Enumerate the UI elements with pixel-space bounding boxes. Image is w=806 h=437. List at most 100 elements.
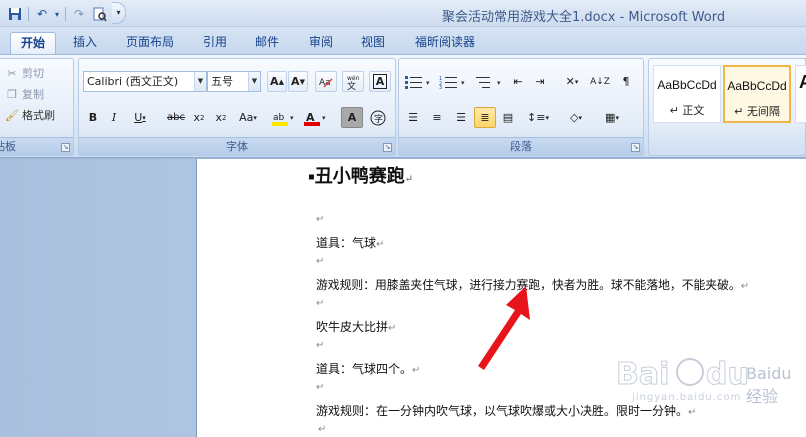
clipboard-group: ✂ 剪切 ❐ 复制 🖌 格式刷 剪贴板 ↘ [0,58,74,156]
style-name: ↵ 无间隔 [734,105,780,118]
align-center-icon[interactable]: ≡ [426,107,448,128]
font-name-combo[interactable]: Calibri (西文正文) ▼ [83,71,207,92]
chinese-layout-icon[interactable]: ✕ ▾ [557,71,587,92]
clear-formatting-icon[interactable]: Aa [315,71,337,92]
customize-quick-access-button[interactable]: ▾ [112,2,126,24]
svg-text:▾: ▾ [426,79,430,87]
style-sample: AaBbCcDd [727,79,787,93]
sort-icon[interactable]: A↓Z [589,71,611,92]
character-shading-icon[interactable]: A [341,107,363,128]
clipboard-label-text: 剪贴板 [0,140,16,153]
tab-review[interactable]: 审阅 [300,32,342,54]
multilevel-list-icon[interactable]: ▾ [473,71,507,92]
tab-page-layout[interactable]: 页面布局 [118,32,182,54]
tab-home[interactable]: 开始 [10,32,56,54]
grow-font-icon[interactable]: A ▲ [267,71,287,92]
borders-icon[interactable]: ▦ ▾ [595,107,629,128]
italic-icon[interactable]: I [104,107,124,128]
watermark-url: jingyan.baidu.com [632,392,742,403]
style-sample: A [796,72,806,93]
paragraph-mark: ↵ [318,424,327,435]
paragraph-mark: ↵ [412,365,421,376]
style-heading[interactable]: A [795,65,806,123]
svg-text:▾: ▾ [461,79,465,87]
svg-text:字: 字 [374,113,383,125]
line-text: 道具：气球 [316,236,377,250]
svg-text:Bai: Bai [616,357,669,392]
svg-text:ab: ab [273,113,285,123]
align-right-icon[interactable]: ☰ [450,107,472,128]
font-color-icon[interactable]: A ▾ [301,107,331,128]
title-bar: ↶ ▾ ↷ ▾ 聚会活动常用游戏大全1.docx - Microsoft Wor… [0,0,806,27]
clipboard-dialog-launcher-icon[interactable]: ↘ [61,143,70,152]
paragraph-mark: ↵ [316,382,325,393]
tab-insert[interactable]: 插入 [64,32,106,54]
subscript-icon[interactable]: x2 [189,107,209,128]
show-hide-marks-icon[interactable]: ¶ [615,71,637,92]
font-dialog-launcher-icon[interactable]: ↘ [383,143,392,152]
style-name: ↵ 正文 [669,104,705,117]
document-line: 道具：气球↵ [316,234,384,251]
font-size-value: 五号 [211,75,233,88]
character-border-icon[interactable]: A [369,71,391,92]
baidu-watermark: Bai du Baidu经验 jingyan.baidu.com [612,350,802,410]
shrink-font-icon[interactable]: A ▼ [288,71,308,92]
line-text: 吹牛皮大比拼 [316,320,389,334]
underline-icon[interactable]: U ▾ [126,107,154,128]
cut-button[interactable]: ✂ 剪切 [5,63,44,83]
enclose-characters-icon[interactable]: 字 [367,107,389,128]
tab-references[interactable]: 引用 [194,32,236,54]
svg-text:▾: ▾ [497,79,501,87]
svg-text:文: 文 [347,80,356,90]
line-spacing-icon[interactable]: ↕≡ ▾ [523,107,553,128]
watermark-text: Baidu经验 [746,364,792,406]
heading-bullet: ▪ [308,171,315,183]
toolbar-separator [65,7,66,21]
paragraph-mark: ↵ [740,281,750,292]
chevron-down-icon[interactable]: ▼ [248,72,260,91]
decrease-indent-icon[interactable]: ⇤ [507,71,529,92]
distributed-icon[interactable]: ▤ [497,107,519,128]
save-icon[interactable] [6,5,24,23]
copy-button[interactable]: ❐ 复制 [5,84,44,104]
strikethrough-icon[interactable]: abc [165,107,187,128]
format-painter-button[interactable]: 🖌 格式刷 [5,105,55,125]
bullets-icon[interactable]: ▾ [402,71,436,92]
undo-icon[interactable]: ↶ [33,5,51,23]
phonetic-guide-icon[interactable]: wén 文 [342,71,364,92]
shading-icon[interactable]: ◇ ▾ [559,107,593,128]
copy-label: 复制 [22,88,44,101]
paragraph-mark: ↵ [316,340,325,351]
text-highlight-icon[interactable]: ab ▾ [269,107,299,128]
tab-foxit-reader[interactable]: 福昕阅读器 [406,32,484,54]
redo-icon[interactable]: ↷ [70,5,88,23]
tab-view[interactable]: 视图 [352,32,394,54]
style-sample: AaBbCcDd [657,78,717,92]
cut-label: 剪切 [22,67,44,80]
undo-dropdown-icon[interactable]: ▾ [53,5,61,23]
paintbrush-icon: 🖌 [5,108,19,122]
style-normal[interactable]: AaBbCcDd ↵ 正文 [653,65,721,123]
superscript-icon[interactable]: x2 [211,107,231,128]
paragraph-dialog-launcher-icon[interactable]: ↘ [631,143,640,152]
svg-text:▾: ▾ [290,114,294,122]
style-no-spacing[interactable]: AaBbCcDd ↵ 无间隔 [723,65,791,123]
print-preview-icon[interactable] [90,5,108,23]
bold-icon[interactable]: B [83,107,103,128]
quick-access-toolbar: ↶ ▾ ↷ [6,4,108,24]
justify-icon[interactable]: ≣ [474,107,496,128]
numbering-icon[interactable]: 1 2 3 ▾ [437,71,471,92]
tab-mailings[interactable]: 邮件 [246,32,288,54]
change-case-icon[interactable]: Aa ▾ [233,107,263,128]
align-left-icon[interactable]: ☰ [402,107,424,128]
annotation-arrow-icon [478,286,530,370]
font-group-label: 字体 [79,137,395,155]
svg-text:3: 3 [439,85,442,89]
document-line: 吹牛皮大比拼↵ [316,318,396,335]
format-painter-label: 格式刷 [22,109,55,122]
increase-indent-icon[interactable]: ⇥ [529,71,551,92]
font-name-value: Calibri (西文正文) [87,75,179,88]
font-size-combo[interactable]: 五号 ▼ [207,71,261,92]
toolbar-separator [28,7,29,21]
chevron-down-icon[interactable]: ▼ [194,72,206,91]
